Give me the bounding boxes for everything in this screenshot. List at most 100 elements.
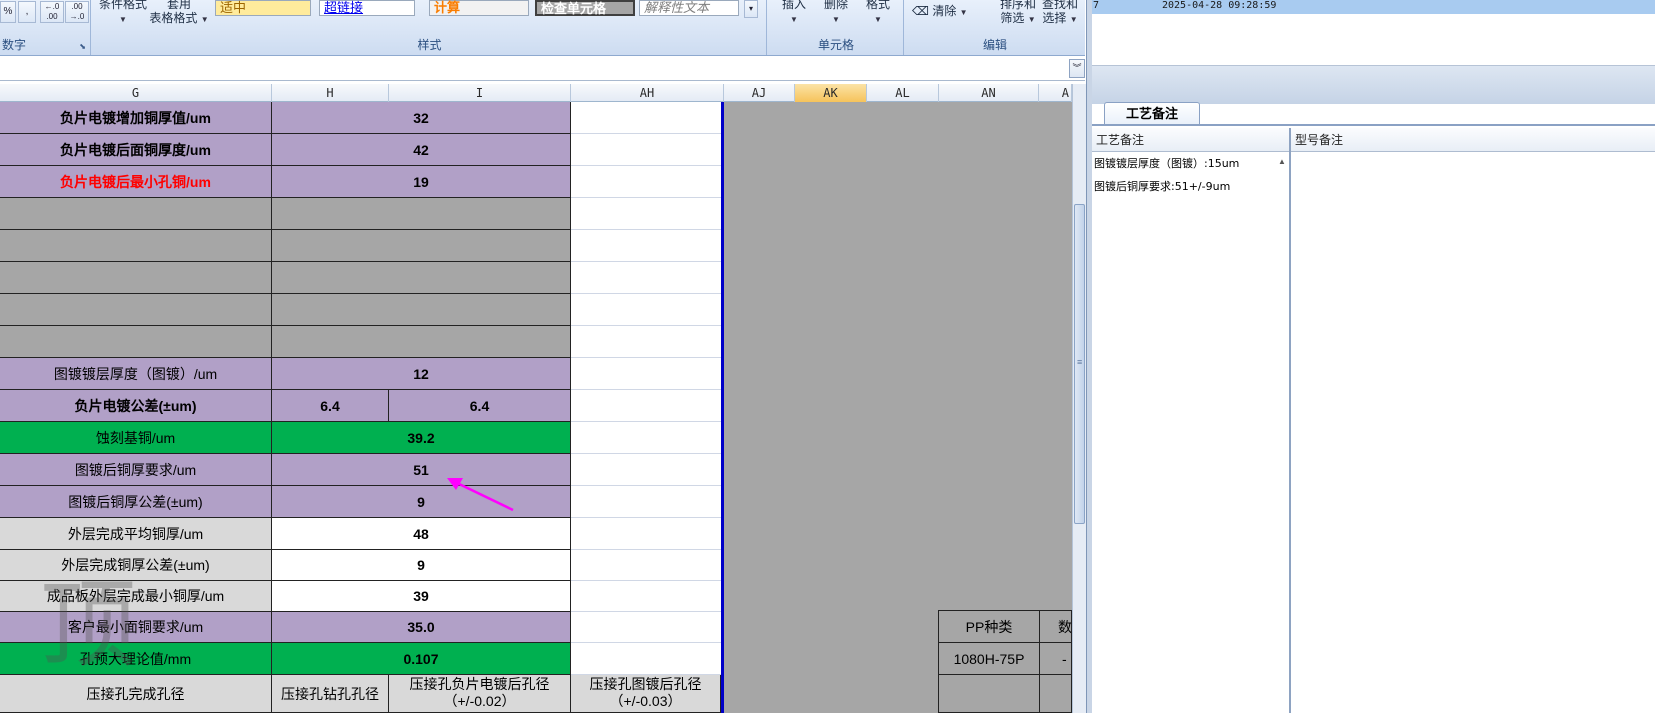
row-label[interactable]: 成品板外层完成最小铜厚/um (0, 581, 272, 612)
row-label[interactable]: 负片电镀后面铜厚度/um (0, 134, 272, 166)
row-label[interactable]: 外层完成铜厚公差(±um) (0, 550, 272, 581)
row-value-h[interactable]: 压接孔钻孔孔径 (272, 675, 389, 713)
grid-cell[interactable] (571, 198, 721, 230)
row-label[interactable]: 负片电镀公差(±um) (0, 390, 272, 422)
grid-cell[interactable] (0, 294, 272, 326)
pp-type-value[interactable]: 1080H-75P (938, 643, 1040, 675)
row-value[interactable]: 35.0 (272, 612, 571, 643)
row-label[interactable]: 负片电镀增加铜厚值/um (0, 102, 272, 134)
grid-cell[interactable] (272, 198, 571, 230)
row-label[interactable]: 孔预大理论值/mm (0, 643, 272, 675)
row-value[interactable]: 39.2 (272, 422, 571, 454)
grid-cell[interactable] (0, 262, 272, 294)
grid-cell[interactable] (571, 454, 721, 486)
row-value[interactable]: 0.107 (272, 643, 571, 675)
grid-cell[interactable] (0, 198, 272, 230)
row-label[interactable]: 负片电镀后最小孔铜/um (0, 166, 272, 198)
row-label[interactable]: 图镀镀层厚度（图镀）/um (0, 358, 272, 390)
sort-filter-button[interactable]: 排序和 筛选 ▼ (996, 0, 1040, 27)
grid-cell[interactable] (938, 675, 1040, 713)
formula-bar[interactable]: ︾ (0, 57, 1085, 81)
tab-process-remarks[interactable]: 工艺备注 (1104, 102, 1200, 125)
row-value[interactable]: 9 (272, 550, 571, 581)
grid-cell[interactable] (571, 612, 721, 643)
grid-cell[interactable] (571, 581, 721, 612)
decrease-decimal-button[interactable]: .00 →.0 (65, 1, 89, 23)
grid-cell[interactable] (571, 166, 721, 198)
column-divider[interactable] (1289, 128, 1291, 713)
process-note-line[interactable]: 图镀镀层厚度（图镀）:15um (1094, 155, 1239, 171)
style-explanatory[interactable]: 解释性文本 (639, 0, 739, 16)
selected-record-row[interactable]: 7 2025-04-28 09:28:59 (1092, 0, 1655, 14)
table-format-button[interactable]: 套用 表格格式 ▼ (149, 0, 209, 27)
col-header-ah[interactable]: AH (571, 84, 724, 102)
col-header-g[interactable]: G (0, 84, 272, 102)
row-label[interactable]: 压接孔完成孔径 (0, 675, 272, 713)
col-header-an[interactable]: AN (939, 84, 1039, 102)
insert-button[interactable]: 插入 ▼ (779, 0, 809, 27)
grid-cell[interactable] (272, 230, 571, 262)
process-remarks-column-header[interactable]: 工艺备注 (1092, 128, 1289, 152)
row-value-ah[interactable]: 压接孔图镀后孔径（+/-0.03） (571, 675, 721, 713)
row-value[interactable]: 42 (272, 134, 571, 166)
grid-cell[interactable] (571, 422, 721, 454)
grid-cell[interactable] (272, 294, 571, 326)
grid-cell[interactable] (571, 486, 721, 518)
increase-decimal-button[interactable]: ←.0 .00 (40, 1, 64, 23)
col-header-aj[interactable]: AJ (724, 84, 795, 102)
percent-button[interactable]: % (0, 1, 16, 23)
styles-more-icon[interactable]: ▾ (744, 0, 758, 18)
row-value[interactable]: 51 (272, 454, 571, 486)
row-value-h[interactable]: 6.4 (272, 390, 389, 422)
model-remarks-column-header[interactable]: 型号备注 (1291, 128, 1655, 152)
row-value[interactable]: 12 (272, 358, 571, 390)
grid-cell[interactable] (272, 262, 571, 294)
grid-cell[interactable] (571, 230, 721, 262)
pp-count-value[interactable]: - (1040, 643, 1072, 675)
clear-button[interactable]: ⌫ 清除 ▼ (912, 4, 972, 20)
row-value[interactable]: 9 (272, 486, 571, 518)
pp-count-header[interactable]: 数 (1040, 610, 1072, 643)
grid-cell[interactable] (571, 262, 721, 294)
grid-cell[interactable] (571, 102, 721, 134)
comma-button[interactable]: , (18, 1, 36, 23)
row-value[interactable]: 32 (272, 102, 571, 134)
grid-cell[interactable] (571, 358, 721, 390)
grid-cell[interactable] (0, 230, 272, 262)
col-header-h[interactable]: H (272, 84, 389, 102)
conditional-format-button[interactable]: 条件格式 ▼ (95, 0, 151, 27)
col-header-ao[interactable]: A (1039, 84, 1072, 102)
row-value-i[interactable]: 压接孔负片电镀后孔径（+/-0.02） (389, 675, 571, 713)
row-value[interactable]: 39 (272, 581, 571, 612)
grid-cell[interactable] (0, 326, 272, 358)
pp-type-header[interactable]: PP种类 (938, 610, 1040, 643)
grid-cell[interactable] (272, 326, 571, 358)
find-select-button[interactable]: 查找和 选择 ▼ (1038, 0, 1082, 27)
grid-cell[interactable] (571, 643, 721, 675)
row-label[interactable]: 客户最小面铜要求/um (0, 612, 272, 643)
number-launcher-icon[interactable]: ⬊ (79, 42, 86, 51)
format-button[interactable]: 格式 ▼ (863, 0, 893, 27)
col-header-i[interactable]: I (389, 84, 571, 102)
grid-cell[interactable] (571, 550, 721, 581)
row-label[interactable]: 蚀刻基铜/um (0, 422, 272, 454)
style-check-cell[interactable]: 检查单元格 (535, 0, 635, 16)
row-value-i[interactable]: 6.4 (389, 390, 571, 422)
vertical-scrollbar[interactable]: ≡ (1072, 84, 1086, 713)
row-label[interactable]: 外层完成平均铜厚/um (0, 518, 272, 550)
row-label[interactable]: 图镀后铜厚要求/um (0, 454, 272, 486)
grid-cell[interactable] (571, 134, 721, 166)
style-calc[interactable]: 计算 (429, 0, 529, 16)
row-value[interactable]: 19 (272, 166, 571, 198)
grid-cell[interactable] (571, 390, 721, 422)
grid-cell[interactable] (571, 294, 721, 326)
grid-cell[interactable] (571, 518, 721, 550)
scrollbar-thumb[interactable]: ≡ (1074, 204, 1085, 524)
expand-formula-bar-icon[interactable]: ︾ (1069, 59, 1085, 78)
delete-button[interactable]: 删除 ▼ (821, 0, 851, 27)
grid-cell[interactable] (571, 326, 721, 358)
process-note-line[interactable]: 图镀后铜厚要求:51+/-9um (1094, 178, 1230, 194)
style-hyperlink[interactable]: 超链接 (319, 0, 415, 16)
row-value[interactable]: 48 (272, 518, 571, 550)
grid-cell[interactable] (1040, 675, 1072, 713)
